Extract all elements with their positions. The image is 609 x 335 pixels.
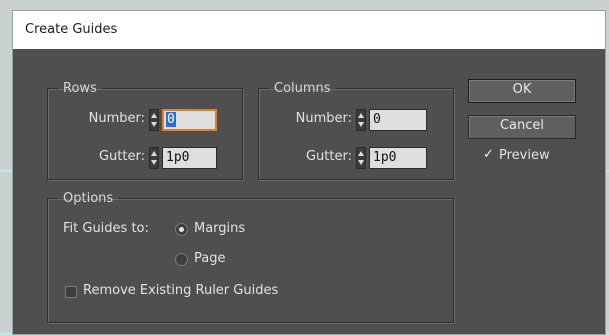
columns-gutter-spinner[interactable] bbox=[356, 147, 366, 169]
dialog-title: Create Guides bbox=[25, 22, 118, 37]
columns-gutter-label: Gutter: bbox=[305, 149, 352, 164]
cancel-button[interactable]: Cancel bbox=[468, 115, 576, 139]
check-icon: ✓ bbox=[483, 147, 494, 162]
page-label[interactable]: Page bbox=[194, 251, 225, 266]
spinner-down-icon[interactable] bbox=[151, 122, 157, 127]
spinner-down-icon[interactable] bbox=[358, 122, 364, 127]
margins-radio[interactable] bbox=[175, 223, 188, 236]
spinner-up-icon[interactable] bbox=[151, 151, 157, 156]
preview-checkbox[interactable]: ✓ bbox=[483, 147, 495, 162]
spinner-up-icon[interactable] bbox=[358, 113, 364, 118]
columns-number-field[interactable]: 0 bbox=[369, 109, 427, 131]
rows-gutter-field[interactable]: 1p0 bbox=[162, 147, 217, 169]
create-guides-dialog: Create Guides Rows Number: 0 Gutter: 1p0… bbox=[12, 10, 606, 335]
rows-gutter-value: 1p0 bbox=[166, 150, 190, 165]
columns-legend: Columns bbox=[274, 81, 331, 96]
radio-dot-icon bbox=[179, 227, 184, 232]
columns-gutter-field[interactable]: 1p0 bbox=[369, 147, 427, 169]
columns-number-spinner[interactable] bbox=[356, 109, 366, 131]
rows-legend: Rows bbox=[63, 81, 97, 96]
columns-gutter-value: 1p0 bbox=[373, 150, 397, 165]
spinner-up-icon[interactable] bbox=[151, 113, 157, 118]
remove-guides-label[interactable]: Remove Existing Ruler Guides bbox=[83, 283, 278, 298]
remove-guides-checkbox[interactable] bbox=[65, 286, 77, 298]
page-radio[interactable] bbox=[175, 253, 188, 266]
options-legend: Options bbox=[63, 191, 114, 206]
rows-number-field[interactable]: 0 bbox=[162, 109, 217, 131]
spinner-down-icon[interactable] bbox=[151, 160, 157, 165]
spinner-down-icon[interactable] bbox=[358, 160, 364, 165]
columns-number-label: Number: bbox=[295, 111, 352, 126]
dialog-content: Rows Number: 0 Gutter: 1p0 Columns Numbe… bbox=[13, 49, 605, 334]
fit-guides-label: Fit Guides to: bbox=[63, 221, 149, 236]
title-bar[interactable]: Create Guides bbox=[13, 11, 605, 50]
rows-number-spinner[interactable] bbox=[149, 109, 159, 131]
rows-gutter-spinner[interactable] bbox=[149, 147, 159, 169]
margins-label[interactable]: Margins bbox=[194, 221, 245, 236]
preview-label[interactable]: Preview bbox=[499, 148, 550, 163]
rows-number-value: 0 bbox=[166, 112, 176, 127]
options-group: Options bbox=[47, 191, 454, 323]
rows-number-label: Number: bbox=[88, 111, 145, 126]
rows-gutter-label: Gutter: bbox=[98, 149, 145, 164]
columns-number-value: 0 bbox=[373, 112, 381, 127]
spinner-up-icon[interactable] bbox=[358, 151, 364, 156]
ok-button[interactable]: OK bbox=[468, 79, 576, 103]
